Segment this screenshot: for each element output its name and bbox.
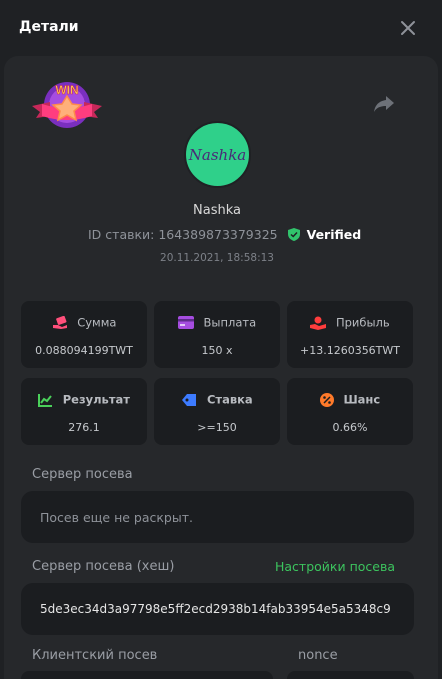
stat-value-profit: +13.1260356TWT — [299, 344, 400, 357]
stat-card-profit: Прибыль +13.1260356TWT — [287, 301, 413, 368]
stat-label-amount: Сумма — [77, 315, 117, 330]
stat-value-bet: >=150 — [197, 421, 237, 434]
bet-id-row: ID ставки: 164389873379325 Verified — [88, 226, 361, 244]
verified-label: Verified — [306, 227, 362, 242]
verified-shield-icon — [287, 228, 300, 241]
seed-settings-link[interactable]: Настройки посева — [275, 559, 395, 574]
bet-details-modal: Детали WIN Nashka Nashka ID ставки: 1643… — [0, 0, 442, 679]
stat-label-payout: Выплата — [203, 315, 257, 330]
stat-card-result: Результат 276.1 — [21, 378, 147, 445]
bet-id: ID ставки: 164389873379325 — [88, 227, 278, 242]
stat-card-payout: Выплата 150 x — [154, 301, 280, 368]
server-seed-value: Посев еще не раскрыт. — [40, 510, 193, 525]
avatar: Nashka — [184, 121, 251, 188]
tag-icon — [182, 393, 197, 406]
client-seed-label: Клиентский посев — [32, 648, 158, 663]
chart-icon — [38, 393, 53, 407]
percent-icon — [319, 392, 334, 407]
nonce-label: nonce — [298, 648, 338, 663]
stat-card-amount: Сумма 0.088094199TWT — [21, 301, 147, 368]
stat-label-profit: Прибыль — [335, 315, 390, 330]
server-seed-field[interactable]: Посев еще не раскрыт. — [21, 491, 414, 543]
modal-header: Детали — [0, 0, 442, 56]
stat-label-result: Результат — [62, 392, 130, 407]
stat-card-chance: Шанс 0.66% — [287, 378, 413, 445]
modal-title: Детали — [19, 19, 79, 35]
nonce-field[interactable] — [287, 671, 414, 679]
avatar-text: Nashka — [188, 146, 247, 164]
bet-date: 20.11.2021, 18:58:13 — [160, 252, 274, 264]
client-seed-field[interactable] — [21, 671, 273, 679]
wallet-hand-icon — [52, 315, 67, 329]
win-badge-text: WIN — [55, 83, 78, 97]
server-seed-label: Сервер посева — [32, 467, 133, 482]
stat-value-chance: 0.66% — [332, 421, 368, 434]
card-icon — [177, 316, 194, 329]
stat-card-bet: Ставка >=150 — [154, 378, 280, 445]
stat-label-bet: Ставка — [206, 392, 253, 407]
share-icon[interactable] — [372, 94, 396, 114]
stat-label-chance: Шанс — [343, 392, 381, 407]
server-seed-hash-field[interactable]: 5de3ec34d3a97798e5ff2ecd2938b14fab33954e… — [21, 583, 414, 635]
money-hand-icon — [310, 316, 327, 330]
server-seed-hash-value: 5de3ec34d3a97798e5ff2ecd2938b14fab33954e… — [40, 602, 391, 616]
win-badge-icon: WIN — [32, 82, 102, 128]
server-seed-hash-label: Сервер посева (хеш) — [32, 559, 175, 574]
username: Nashka — [193, 203, 241, 218]
stat-value-amount: 0.088094199TWT — [35, 344, 133, 357]
close-icon[interactable] — [398, 18, 418, 38]
stat-value-result: 276.1 — [68, 421, 100, 434]
stat-value-payout: 150 x — [201, 344, 233, 357]
